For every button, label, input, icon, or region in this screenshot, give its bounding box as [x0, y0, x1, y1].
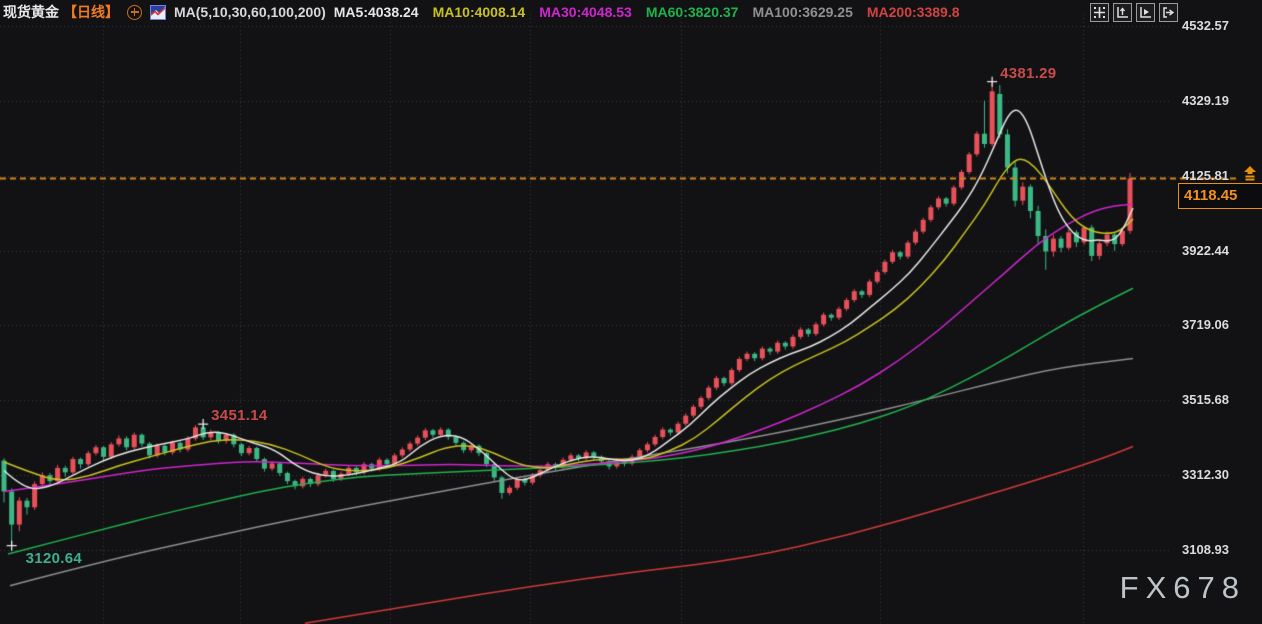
chart-header: 现货黄金 【日线】 MA(5,10,30,60,100,200) MA5:403…	[0, 0, 1262, 24]
legend-item-ma5: MA5:4038.24	[334, 4, 419, 20]
legend-item-ma30: MA30:4048.53	[539, 4, 632, 20]
axis-arrow-button[interactable]	[1113, 3, 1132, 22]
annotation-4381.29: 4381.29	[1000, 65, 1056, 82]
timeframe-label: 【日线】	[63, 2, 119, 22]
axis-play-button[interactable]	[1136, 3, 1155, 22]
chart-type-icon[interactable]	[150, 5, 166, 20]
ma-legend: MA5:4038.24 MA10:4008.14 MA30:4048.53 MA60:…	[334, 4, 960, 20]
ma-settings-label[interactable]: MA(5,10,30,60,100,200)	[174, 4, 326, 20]
legend-item-ma100: MA100:3629.25	[752, 4, 852, 20]
chart-toolbar	[1090, 3, 1178, 22]
annotation-3120.64: 3120.64	[26, 550, 82, 567]
exit-chart-button[interactable]	[1159, 3, 1178, 22]
y-axis-label: 3108.93	[1182, 542, 1229, 557]
symbol-name: 现货黄金	[3, 2, 59, 22]
chart-window: 现货黄金 【日线】 MA(5,10,30,60,100,200) MA5:403…	[0, 0, 1262, 624]
y-axis-label: 3719.06	[1182, 317, 1229, 332]
legend-item-ma200: MA200:3389.8	[867, 4, 960, 20]
last-price-badge: 4118.45	[1178, 183, 1262, 209]
annotation-3451.14: 3451.14	[211, 407, 267, 424]
watermark: FX678	[1120, 570, 1246, 606]
y-axis-label: 3312.30	[1182, 467, 1229, 482]
price-chart-canvas[interactable]	[0, 0, 1262, 624]
legend-item-ma10: MA10:4008.14	[433, 4, 526, 20]
scroll-to-latest-icon[interactable]	[1242, 166, 1258, 181]
pan-crosshair-button[interactable]	[1090, 3, 1109, 22]
y-axis-label: 3515.68	[1182, 392, 1229, 407]
y-axis-label: 4329.19	[1182, 93, 1229, 108]
legend-item-ma60: MA60:3820.37	[646, 4, 739, 20]
y-axis-label: 4125.81	[1182, 168, 1229, 183]
y-axis-label: 3922.44	[1182, 243, 1229, 258]
add-indicator-icon[interactable]	[127, 5, 142, 20]
